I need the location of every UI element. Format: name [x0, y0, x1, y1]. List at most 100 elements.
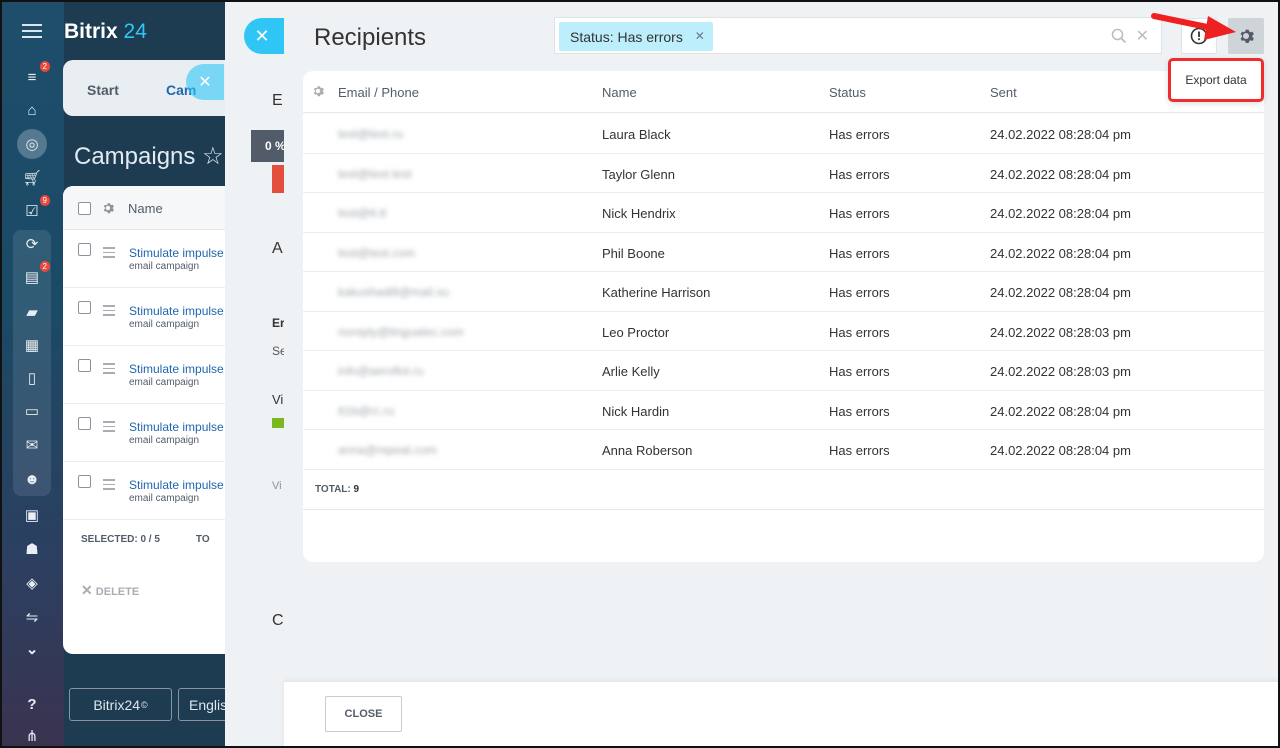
table-row[interactable]: test@test.test Taylor Glenn Has errors 24.0… [303, 154, 1264, 193]
calendar-icon[interactable]: ▦ [20, 333, 44, 357]
drag-handle-icon[interactable] [103, 247, 115, 261]
campaign-link[interactable]: Stimulate impulse [129, 304, 224, 318]
recipients-slider: Recipients Status: Has errors ✕ ✕ Export… [284, 0, 1280, 748]
tab-start[interactable]: Start [87, 82, 119, 98]
robot-icon[interactable]: ☗ [20, 537, 44, 561]
campaign-type: email campaign [129, 377, 200, 388]
drive-icon[interactable]: ▭ [20, 399, 44, 423]
notification-badge: 9 [39, 195, 50, 206]
page-title: Campaigns ☆ [74, 143, 224, 170]
remove-filter-icon[interactable]: ✕ [695, 29, 705, 43]
campaign-link[interactable]: Stimulate impulse [129, 478, 224, 492]
filter-search-input[interactable]: Status: Has errors ✕ ✕ [554, 17, 1162, 54]
feed-icon[interactable]: ▤ 2 [20, 261, 50, 289]
cell-name: Taylor Glenn [602, 166, 675, 182]
close-button[interactable]: CLOSE [325, 696, 402, 732]
export-data-menu-item[interactable]: Export data [1168, 58, 1264, 102]
language-button[interactable]: Englis [178, 688, 228, 721]
mid-section: A [272, 240, 283, 257]
table-row[interactable]: kakushadi8@mail.su Katherine Harrison Has … [303, 272, 1264, 312]
campaign-link[interactable]: Stimulate impulse [129, 420, 224, 434]
star-icon[interactable]: ☆ [202, 143, 224, 170]
cell-sent: 24.02.2022 08:28:03 pm [990, 364, 1131, 379]
cell-name: Phil Boone [602, 245, 665, 261]
table-row[interactable]: anna@repeat.com Anna Roberson Has errors 24… [303, 430, 1264, 470]
chat-icon[interactable]: ▰ [20, 300, 44, 324]
table-row[interactable]: tt1b@rc.ru Nick Hardin Has errors 24.02.202… [303, 391, 1264, 430]
grid-header: Email / Phone Name Status Sent [303, 71, 1264, 113]
drag-handle-icon[interactable] [103, 363, 115, 377]
table-row[interactable]: test@test.ru Laura Black Has errors 24.02.2… [303, 114, 1264, 154]
cell-email: noreply@linguatec.com [338, 324, 464, 339]
cell-name: Anna Roberson [602, 443, 693, 458]
mid-views-sub: Vi [272, 480, 282, 492]
row-checkbox[interactable] [78, 243, 91, 256]
slider-close-button[interactable]: ✕ [244, 18, 288, 54]
row-checkbox[interactable] [78, 301, 91, 314]
sliders-icon[interactable]: ⇋ [20, 605, 44, 629]
table-row[interactable]: info@aeroflot.ru Arlie Kelly Has errors 24.… [303, 351, 1264, 391]
cart-icon[interactable]: 🛒︎ [20, 166, 44, 190]
cell-name: Arlie Kelly [602, 364, 660, 379]
row-checkbox[interactable] [78, 417, 91, 430]
app-logo[interactable]: Bitrix 24 [64, 20, 147, 44]
crm-icon[interactable]: ⟳ [20, 232, 44, 256]
cell-sent: 24.02.2022 08:28:04 pm [990, 245, 1131, 261]
filter-chip[interactable]: Status: Has errors ✕ [559, 22, 713, 51]
column-email-phone[interactable]: Email / Phone [338, 85, 419, 100]
row-checkbox[interactable] [78, 359, 91, 372]
delete-button[interactable]: ✕ DELETE [81, 582, 139, 599]
box-icon[interactable]: ◈ [20, 571, 44, 595]
help-icon[interactable]: ? [20, 692, 44, 716]
column-name[interactable]: Name [602, 85, 637, 100]
users-icon[interactable]: ☻ [20, 467, 44, 491]
table-row[interactable]: test@test.com Phil Boone Has errors 24.02.2… [303, 233, 1264, 272]
search-icon[interactable] [1111, 28, 1127, 44]
tasks-icon[interactable]: ☑ 9 [20, 195, 50, 223]
cell-sent: 24.02.2022 08:28:04 pm [990, 127, 1131, 142]
close-icon[interactable]: ✕ [186, 64, 224, 100]
target-icon[interactable]: ◎ [17, 129, 47, 159]
table-row[interactable]: test@tt.tt Nick Hendrix Has errors 24.02.20… [303, 193, 1264, 233]
cell-email: anna@repeat.com [338, 443, 437, 457]
contact-card-icon[interactable]: ▣ [20, 503, 44, 527]
cell-email: test@test.ru [338, 127, 403, 141]
mail-icon[interactable]: ✉ [20, 433, 44, 457]
campaign-link[interactable]: Stimulate impulse [129, 246, 224, 260]
cell-status: Has errors [829, 127, 890, 142]
more-icon[interactable]: ⌄ [20, 637, 44, 661]
document-icon[interactable]: ▯ [20, 366, 44, 390]
column-settings-icon[interactable] [312, 85, 324, 97]
bitrix24-footer-button[interactable]: Bitrix24 © [69, 688, 172, 721]
cell-status: Has errors [829, 206, 890, 221]
mid-views: Vi [272, 392, 284, 407]
campaign-link[interactable]: Stimulate impulse [129, 362, 224, 376]
drag-handle-icon[interactable] [103, 421, 115, 435]
sitemap-icon[interactable]: ⋔ [20, 724, 44, 748]
drag-handle-icon[interactable] [103, 479, 115, 493]
list-item[interactable]: Stimulate impulse email campaign [63, 230, 243, 288]
list-item[interactable]: Stimulate impulse email campaign [63, 462, 243, 520]
list-item[interactable]: Stimulate impulse email campaign [63, 288, 243, 346]
column-sent[interactable]: Sent [990, 85, 1017, 100]
table-row[interactable]: noreply@linguatec.com Leo Proctor Has erro… [303, 312, 1264, 351]
clear-icon[interactable]: ✕ [1136, 26, 1149, 46]
campaign-type: email campaign [129, 493, 200, 504]
cell-name: Katherine Harrison [602, 285, 711, 300]
menu-icon[interactable] [22, 24, 42, 42]
cell-name: Laura Black [602, 127, 671, 142]
mid-heading: E [272, 92, 283, 109]
list-item[interactable]: Stimulate impulse email campaign [63, 346, 243, 404]
bank-icon[interactable]: ⌂ [20, 98, 44, 122]
cell-status: Has errors [829, 443, 890, 458]
select-all-checkbox[interactable] [78, 202, 91, 215]
drag-handle-icon[interactable] [103, 305, 115, 319]
column-status[interactable]: Status [829, 85, 866, 100]
filter-icon[interactable]: ≡ 2 [20, 61, 50, 89]
close-icon[interactable]: ✕ [254, 26, 269, 47]
cell-email: info@aeroflot.ru [338, 364, 424, 378]
settings-icon[interactable] [102, 202, 114, 214]
list-item[interactable]: Stimulate impulse email campaign [63, 404, 243, 462]
cell-status: Has errors [829, 403, 890, 419]
row-checkbox[interactable] [78, 475, 91, 488]
